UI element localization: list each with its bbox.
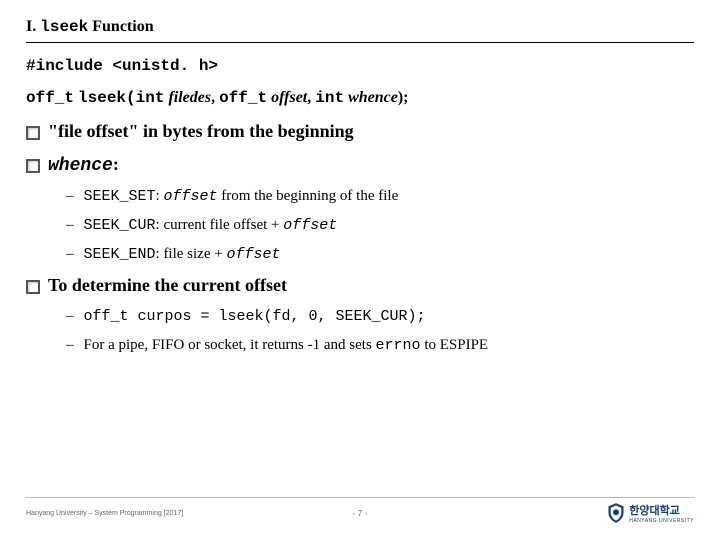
logo-text-block: 한양대학교 HANYANG UNIVERSITY [629,502,694,524]
bullet-whence: whence: [26,154,694,176]
curpos-code: off_t curpos = lseek(fd, 0, SEEK_CUR); [84,308,426,325]
proto-name: lseek(int [78,89,164,107]
proto-arg2: offset [271,89,307,106]
bullet2-mono: whence [48,156,113,176]
proto-end: ); [398,89,409,106]
bullet-box-icon [26,126,40,140]
dash-icon: – [66,217,74,234]
sub-curpos-code: – off_t curpos = lseek(fd, 0, SEEK_CUR); [66,308,694,325]
bullet-file-offset: "file offset" in bytes from the beginnin… [26,121,694,142]
sub-seek-set: – SEEK_SET: offset from the beginning of… [66,188,694,205]
sub-seek-cur: – SEEK_CUR: current file offset + offset [66,217,694,234]
title-suffix: Function [92,18,153,35]
bullet-determine-offset: To determine the current offset [26,275,694,296]
seek-set-rest: from the beginning of the file [217,188,398,204]
proto-arg1: filedes [168,89,211,106]
include-directive: #include <unistd. h> [26,57,694,75]
slide-title: I. lseek Function [26,18,694,36]
proto-sep2: , [307,89,311,106]
bullet-box-icon [26,159,40,173]
proto-type3: int [315,89,344,107]
proto-arg3: whence [348,89,398,106]
dash-icon: – [66,337,74,354]
bullet-box-icon [26,280,40,294]
seek-end-offset: offset [226,246,280,263]
bullet2-suffix: : [113,154,119,174]
sub-seek-end: – SEEK_END: file size + offset [66,246,694,263]
function-prototype: off_t lseek(int filedes, off_t offset, i… [26,89,694,107]
bullet3-text: To determine the current offset [48,275,287,296]
slide: I. lseek Function #include <unistd. h> o… [0,0,720,540]
seek-cur-offset: offset [283,217,337,234]
dash-icon: – [66,188,74,205]
footer: Hanyang University – System Programming … [26,497,694,524]
seek-set-offset: offset [163,188,217,205]
pipe-espipe: ESPIPE [440,337,488,353]
proto-ret: off_t [26,89,74,107]
footer-logo: 한양대학교 HANYANG UNIVERSITY [607,502,694,524]
title-func: lseek [40,18,88,36]
seek-end-label: SEEK_END [84,246,156,263]
proto-sep1: , [211,89,215,106]
footer-left: Hanyang University – System Programming … [26,510,183,517]
seek-cur-prefix: current file offset + [160,217,284,233]
dash-icon: – [66,308,74,325]
proto-type2: off_t [219,89,267,107]
dash-icon: – [66,246,74,263]
university-name-en: HANYANG UNIVERSITY [629,518,694,524]
seek-end-prefix: file size + [160,246,227,262]
pipe-prefix: For a pipe, FIFO or socket, it returns -… [84,337,376,353]
bullet1-text: "file offset" in bytes from the beginnin… [48,121,354,142]
sub-pipe-note: – For a pipe, FIFO or socket, it returns… [66,337,694,354]
title-prefix: I. [26,18,36,35]
title-bar: I. lseek Function [26,18,694,43]
university-shield-icon [607,502,625,524]
seek-cur-label: SEEK_CUR [84,217,156,234]
page-number: - 7 - [353,509,367,518]
pipe-errno: errno [376,337,421,354]
seek-set-colon: : [156,188,160,204]
pipe-mid: to [421,337,440,353]
seek-set-label: SEEK_SET [84,188,156,205]
university-name-kr: 한양대학교 [629,502,694,518]
